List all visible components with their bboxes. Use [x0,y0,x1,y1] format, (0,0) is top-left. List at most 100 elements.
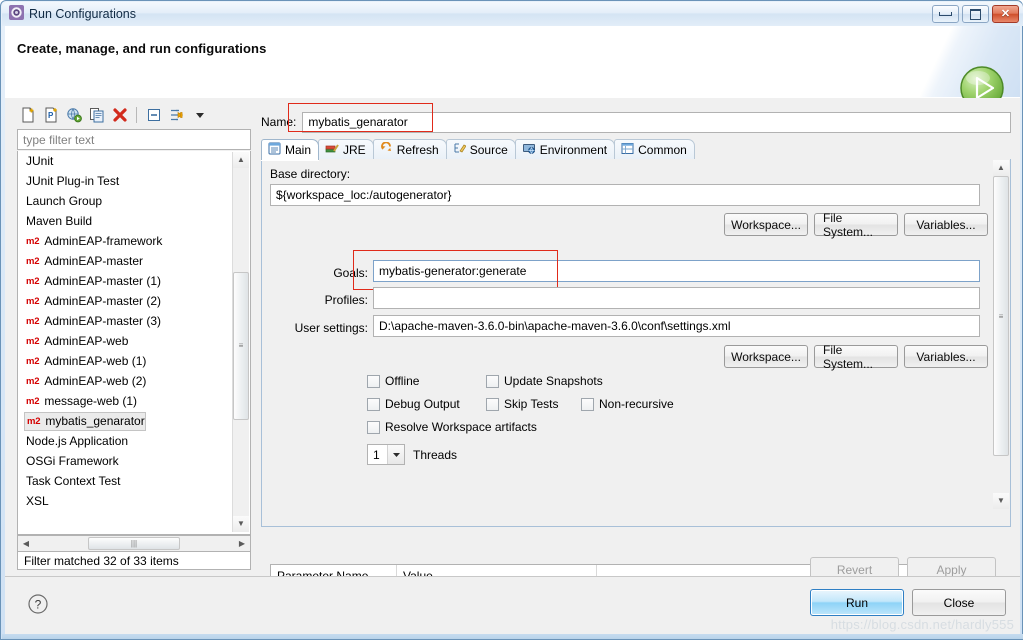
scroll-right-arrow-icon[interactable]: ▶ [235,537,249,550]
tab-main[interactable]: Main [261,139,320,160]
skip-tests-checkbox[interactable]: Skip Tests [486,397,558,411]
tab-source[interactable]: Source [445,139,516,160]
list-item[interactable]: m2 AdminEAP-web [18,331,231,351]
svg-text:?: ? [35,598,42,612]
list-item[interactable]: Maven Build [18,211,231,231]
list-item[interactable]: m2 AdminEAP-master (3) [18,311,231,331]
list-item[interactable]: OSGi Framework [18,451,231,471]
scroll-left-arrow-icon[interactable]: ◀ [19,537,33,550]
content-scroll-thumb[interactable]: ≡ [993,176,1009,456]
list-item[interactable]: Node.js Application [18,431,231,451]
new-launch-configuration-icon[interactable] [17,105,38,126]
tab-label: Environment [539,143,608,157]
scroll-down-arrow-icon[interactable]: ▼ [233,516,249,532]
view-menu-chevron-icon[interactable] [189,105,210,126]
delete-icon[interactable] [109,105,130,126]
main-tab-content: Base directory: ${workspace_loc:/autogen… [261,159,1011,615]
base-variables-button[interactable]: Variables... [904,213,988,236]
minimize-button[interactable] [932,5,959,23]
offline-checkbox[interactable]: Offline [367,374,419,388]
run-button[interactable]: Run [810,589,904,616]
base-file-system-button[interactable]: File System... [814,211,898,239]
maven-badge-icon: m2 [26,295,40,307]
new-prototype-icon[interactable]: P [40,105,61,126]
list-item[interactable]: m2 AdminEAP-master [18,251,231,271]
maven-badge-icon: m2 [26,235,40,247]
tab-environment[interactable]: Environment [514,139,616,160]
list-item[interactable]: m2 AdminEAP-framework [18,231,231,251]
settings-workspace-button[interactable]: Workspace... [724,345,808,368]
settings-file-system-button[interactable]: File System... [814,343,898,371]
collapse-all-icon[interactable] [143,105,164,126]
settings-variables-button[interactable]: Variables... [904,345,988,368]
user-settings-value: D:\apache-maven-3.6.0-bin\apache-maven-3… [379,319,731,333]
checkbox-label: Skip Tests [504,397,559,411]
list-item-label: AdminEAP-master (3) [44,314,162,328]
list-item[interactable]: m2 AdminEAP-master (1) [18,271,231,291]
content-scroll-down-arrow-icon[interactable]: ▼ [993,493,1009,509]
list-item[interactable]: XSL [18,491,231,511]
user-settings-buttons: Workspace... File System... Variables... [724,343,988,371]
base-directory-input[interactable]: ${workspace_loc:/autogenerator} [270,184,980,206]
svg-text:P: P [48,111,54,120]
chevron-down-icon[interactable] [387,445,404,464]
list-item[interactable]: Launch Group [18,191,231,211]
list-item[interactable]: m2 AdminEAP-web (2) [18,371,231,391]
configurations-toolbar: P [15,102,255,128]
name-input[interactable]: mybatis_genarator [302,111,1011,133]
user-settings-input[interactable]: D:\apache-maven-3.6.0-bin\apache-maven-3… [373,315,980,337]
tab-label: Common [638,143,687,157]
non-recursive-checkbox[interactable]: Non-recursive [581,397,674,411]
debug-output-checkbox[interactable]: Debug Output [367,397,460,411]
list-item-label: Maven Build [26,214,93,228]
close-icon: ✕ [1000,7,1011,20]
filter-status: Filter matched 32 of 33 items [17,552,251,570]
base-workspace-button[interactable]: Workspace... [724,213,808,236]
maven-badge-icon: m2 [26,335,40,347]
help-icon[interactable]: ? [27,593,49,615]
scroll-up-arrow-icon[interactable]: ▲ [233,152,249,168]
duplicate-icon[interactable] [86,105,107,126]
name-input-value: mybatis_genarator [308,115,408,129]
list-item[interactable]: JUnit [18,151,231,171]
list-item[interactable]: m2 AdminEAP-master (2) [18,291,231,311]
configurations-list-items: JUnit JUnit Plug-in Test Launch Group Ma… [18,151,231,533]
list-vertical-scrollbar[interactable]: ▲ ≡ ▼ [232,152,249,532]
list-scroll-thumb[interactable]: ≡ [233,272,249,420]
resolve-workspace-artifacts-checkbox[interactable]: Resolve Workspace artifacts [367,420,537,434]
list-item-label: JUnit Plug-in Test [26,174,120,188]
close-window-button[interactable]: ✕ [992,5,1019,23]
maven-badge-icon: m2 [26,395,40,407]
source-tab-icon [453,142,467,158]
list-item[interactable]: JUnit Plug-in Test [18,171,231,191]
list-item[interactable]: m2 AdminEAP-web (1) [18,351,231,371]
list-horizontal-scrollbar[interactable]: ◀ ||| ▶ [17,535,251,552]
tab-jre[interactable]: JRE [318,139,374,160]
goals-input[interactable]: mybatis-generator:generate [373,260,980,282]
update-snapshots-checkbox[interactable]: Update Snapshots [486,374,603,388]
maximize-icon [970,8,981,20]
filter-icon[interactable] [166,105,187,126]
main-tab-icon [268,142,281,158]
configurations-list[interactable]: JUnit JUnit Plug-in Test Launch Group Ma… [17,151,251,535]
list-item-selected[interactable]: m2 mybatis_genarator [24,411,146,431]
threads-combo[interactable]: 1 [367,444,405,465]
tab-common[interactable]: Common [614,139,695,160]
list-hscroll-thumb[interactable]: ||| [87,537,181,550]
watermark: https://blog.csdn.net/hardly555 [830,617,1014,632]
list-item[interactable]: Task Context Test [18,471,231,491]
filter-input[interactable]: type filter text [17,129,251,150]
list-item-label: XSL [26,494,49,508]
main-tab-vertical-scrollbar[interactable]: ▲ ≡ ▼ [993,160,1009,509]
profiles-input[interactable] [373,287,980,309]
maximize-button[interactable] [962,5,989,23]
close-button[interactable]: Close [912,589,1006,616]
export-launch-configuration-icon[interactable] [63,105,84,126]
tab-refresh[interactable]: Refresh [372,139,447,160]
base-directory-buttons: Workspace... File System... Variables... [724,211,988,239]
minimize-icon [939,12,952,16]
content-scroll-up-arrow-icon[interactable]: ▲ [993,160,1009,176]
tab-label: Refresh [396,143,439,157]
tab-label: Source [469,143,508,157]
list-item[interactable]: m2 message-web (1) [18,391,231,411]
